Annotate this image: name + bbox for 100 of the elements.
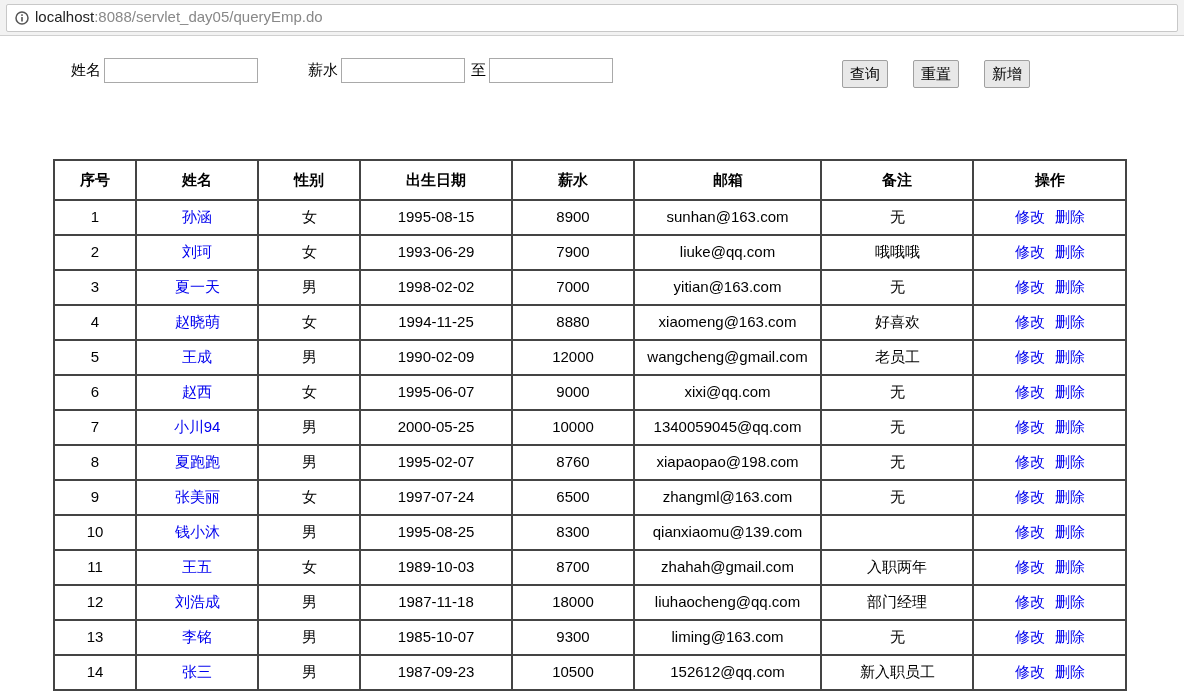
edit-link[interactable]: 修改 <box>1014 313 1045 331</box>
table-cell: zhahah@gmail.com <box>634 550 821 585</box>
table-cell: 无 <box>821 270 973 305</box>
column-header: 性别 <box>258 160 360 200</box>
table-cell: 部门经理 <box>821 585 973 620</box>
name-link[interactable]: 刘浩成 <box>174 593 220 611</box>
edit-link[interactable]: 修改 <box>1014 208 1045 226</box>
edit-link[interactable]: 修改 <box>1014 453 1045 471</box>
name-link[interactable]: 张美丽 <box>174 488 220 506</box>
delete-link[interactable]: 删除 <box>1054 628 1085 646</box>
table-cell: 8900 <box>512 200 634 235</box>
table-cell: 无 <box>821 620 973 655</box>
delete-link[interactable]: 删除 <box>1054 663 1085 681</box>
edit-link[interactable]: 修改 <box>1014 488 1045 506</box>
column-header: 操作 <box>973 160 1126 200</box>
input-field[interactable] <box>489 58 613 83</box>
delete-link[interactable]: 删除 <box>1054 418 1085 436</box>
name-link[interactable]: 李铭 <box>182 628 212 646</box>
table-cell: 男 <box>258 515 360 550</box>
name-link[interactable]: 夏跑跑 <box>174 453 220 471</box>
table-cell: 1995-08-25 <box>360 515 512 550</box>
name-link[interactable]: 夏一天 <box>174 278 220 296</box>
column-header: 邮箱 <box>634 160 821 200</box>
table-cell: 1987-11-18 <box>360 585 512 620</box>
table-cell: 152612@qq.com <box>634 655 821 690</box>
address-bar[interactable]: localhost:8088/servlet_day05/queryEmp.do <box>6 3 1178 32</box>
table-cell: xixi@qq.com <box>634 375 821 410</box>
table-cell: 18000 <box>512 585 634 620</box>
edit-link[interactable]: 修改 <box>1014 418 1045 436</box>
table-cell: 8 <box>54 445 136 480</box>
edit-link[interactable]: 修改 <box>1014 243 1045 261</box>
table-cell: 女 <box>258 305 360 340</box>
table-cell: 新入职员工 <box>821 655 973 690</box>
delete-link[interactable]: 删除 <box>1054 313 1085 331</box>
delete-link[interactable]: 删除 <box>1054 488 1085 506</box>
action-button[interactable]: 新增 <box>984 60 1030 88</box>
name-link[interactable]: 张三 <box>182 663 212 681</box>
name-link[interactable]: 赵西 <box>182 383 212 401</box>
column-header: 序号 <box>54 160 136 200</box>
delete-link[interactable]: 删除 <box>1054 278 1085 296</box>
table-cell: 1987-09-23 <box>360 655 512 690</box>
column-header: 出生日期 <box>360 160 512 200</box>
table-cell: 男 <box>258 410 360 445</box>
name-link[interactable]: 刘珂 <box>182 243 212 261</box>
edit-link[interactable]: 修改 <box>1014 278 1045 296</box>
name-link[interactable]: 赵晓萌 <box>174 313 220 331</box>
name-link[interactable]: 孙涵 <box>182 208 212 226</box>
delete-link[interactable]: 删除 <box>1054 383 1085 401</box>
table-cell: 女 <box>258 550 360 585</box>
table-cell: 2 <box>54 235 136 270</box>
table-cell: 12000 <box>512 340 634 375</box>
table-cell: 3 <box>54 270 136 305</box>
table-cell: 无 <box>821 445 973 480</box>
table-cell: 6 <box>54 375 136 410</box>
table-cell: 1340059045@qq.com <box>634 410 821 445</box>
column-header: 备注 <box>821 160 973 200</box>
input-field[interactable] <box>341 58 465 83</box>
table-cell: 2000-05-25 <box>360 410 512 445</box>
info-icon[interactable] <box>15 10 29 25</box>
table-cell: 1995-06-07 <box>360 375 512 410</box>
table-cell: 7 <box>54 410 136 445</box>
table-cell: 8700 <box>512 550 634 585</box>
edit-link[interactable]: 修改 <box>1014 558 1045 576</box>
edit-link[interactable]: 修改 <box>1014 628 1045 646</box>
table-cell: 男 <box>258 655 360 690</box>
field-label: 薪水 <box>308 60 338 81</box>
table-cell: sunhan@163.com <box>634 200 821 235</box>
edit-link[interactable]: 修改 <box>1014 348 1045 366</box>
url-text[interactable]: localhost:8088/servlet_day05/queryEmp.do <box>35 6 323 29</box>
edit-link[interactable]: 修改 <box>1014 383 1045 401</box>
table-cell: 9000 <box>512 375 634 410</box>
name-link[interactable]: 钱小沐 <box>174 523 220 541</box>
table-cell: qianxiaomu@139.com <box>634 515 821 550</box>
column-header: 姓名 <box>136 160 258 200</box>
field-label: 姓名 <box>71 60 101 81</box>
edit-link[interactable]: 修改 <box>1014 523 1045 541</box>
delete-link[interactable]: 删除 <box>1054 243 1085 261</box>
table-cell: 1995-02-07 <box>360 445 512 480</box>
table-cell: 11 <box>54 550 136 585</box>
table-cell: 8300 <box>512 515 634 550</box>
name-link[interactable]: 王五 <box>182 558 212 576</box>
delete-link[interactable]: 删除 <box>1054 208 1085 226</box>
action-button[interactable]: 重置 <box>913 60 959 88</box>
table-cell: 女 <box>258 480 360 515</box>
delete-link[interactable]: 删除 <box>1054 453 1085 471</box>
delete-link[interactable]: 删除 <box>1054 593 1085 611</box>
table-cell: 无 <box>821 375 973 410</box>
table-cell: 老员工 <box>821 340 973 375</box>
name-link[interactable]: 王成 <box>182 348 212 366</box>
delete-link[interactable]: 删除 <box>1054 348 1085 366</box>
table-cell: 1997-07-24 <box>360 480 512 515</box>
column-header: 薪水 <box>512 160 634 200</box>
delete-link[interactable]: 删除 <box>1054 558 1085 576</box>
delete-link[interactable]: 删除 <box>1054 523 1085 541</box>
table-cell: zhangml@163.com <box>634 480 821 515</box>
input-field[interactable] <box>104 58 258 83</box>
table-cell: wangcheng@gmail.com <box>634 340 821 375</box>
edit-link[interactable]: 修改 <box>1014 663 1045 681</box>
edit-link[interactable]: 修改 <box>1014 593 1045 611</box>
action-button[interactable]: 查询 <box>842 60 888 88</box>
